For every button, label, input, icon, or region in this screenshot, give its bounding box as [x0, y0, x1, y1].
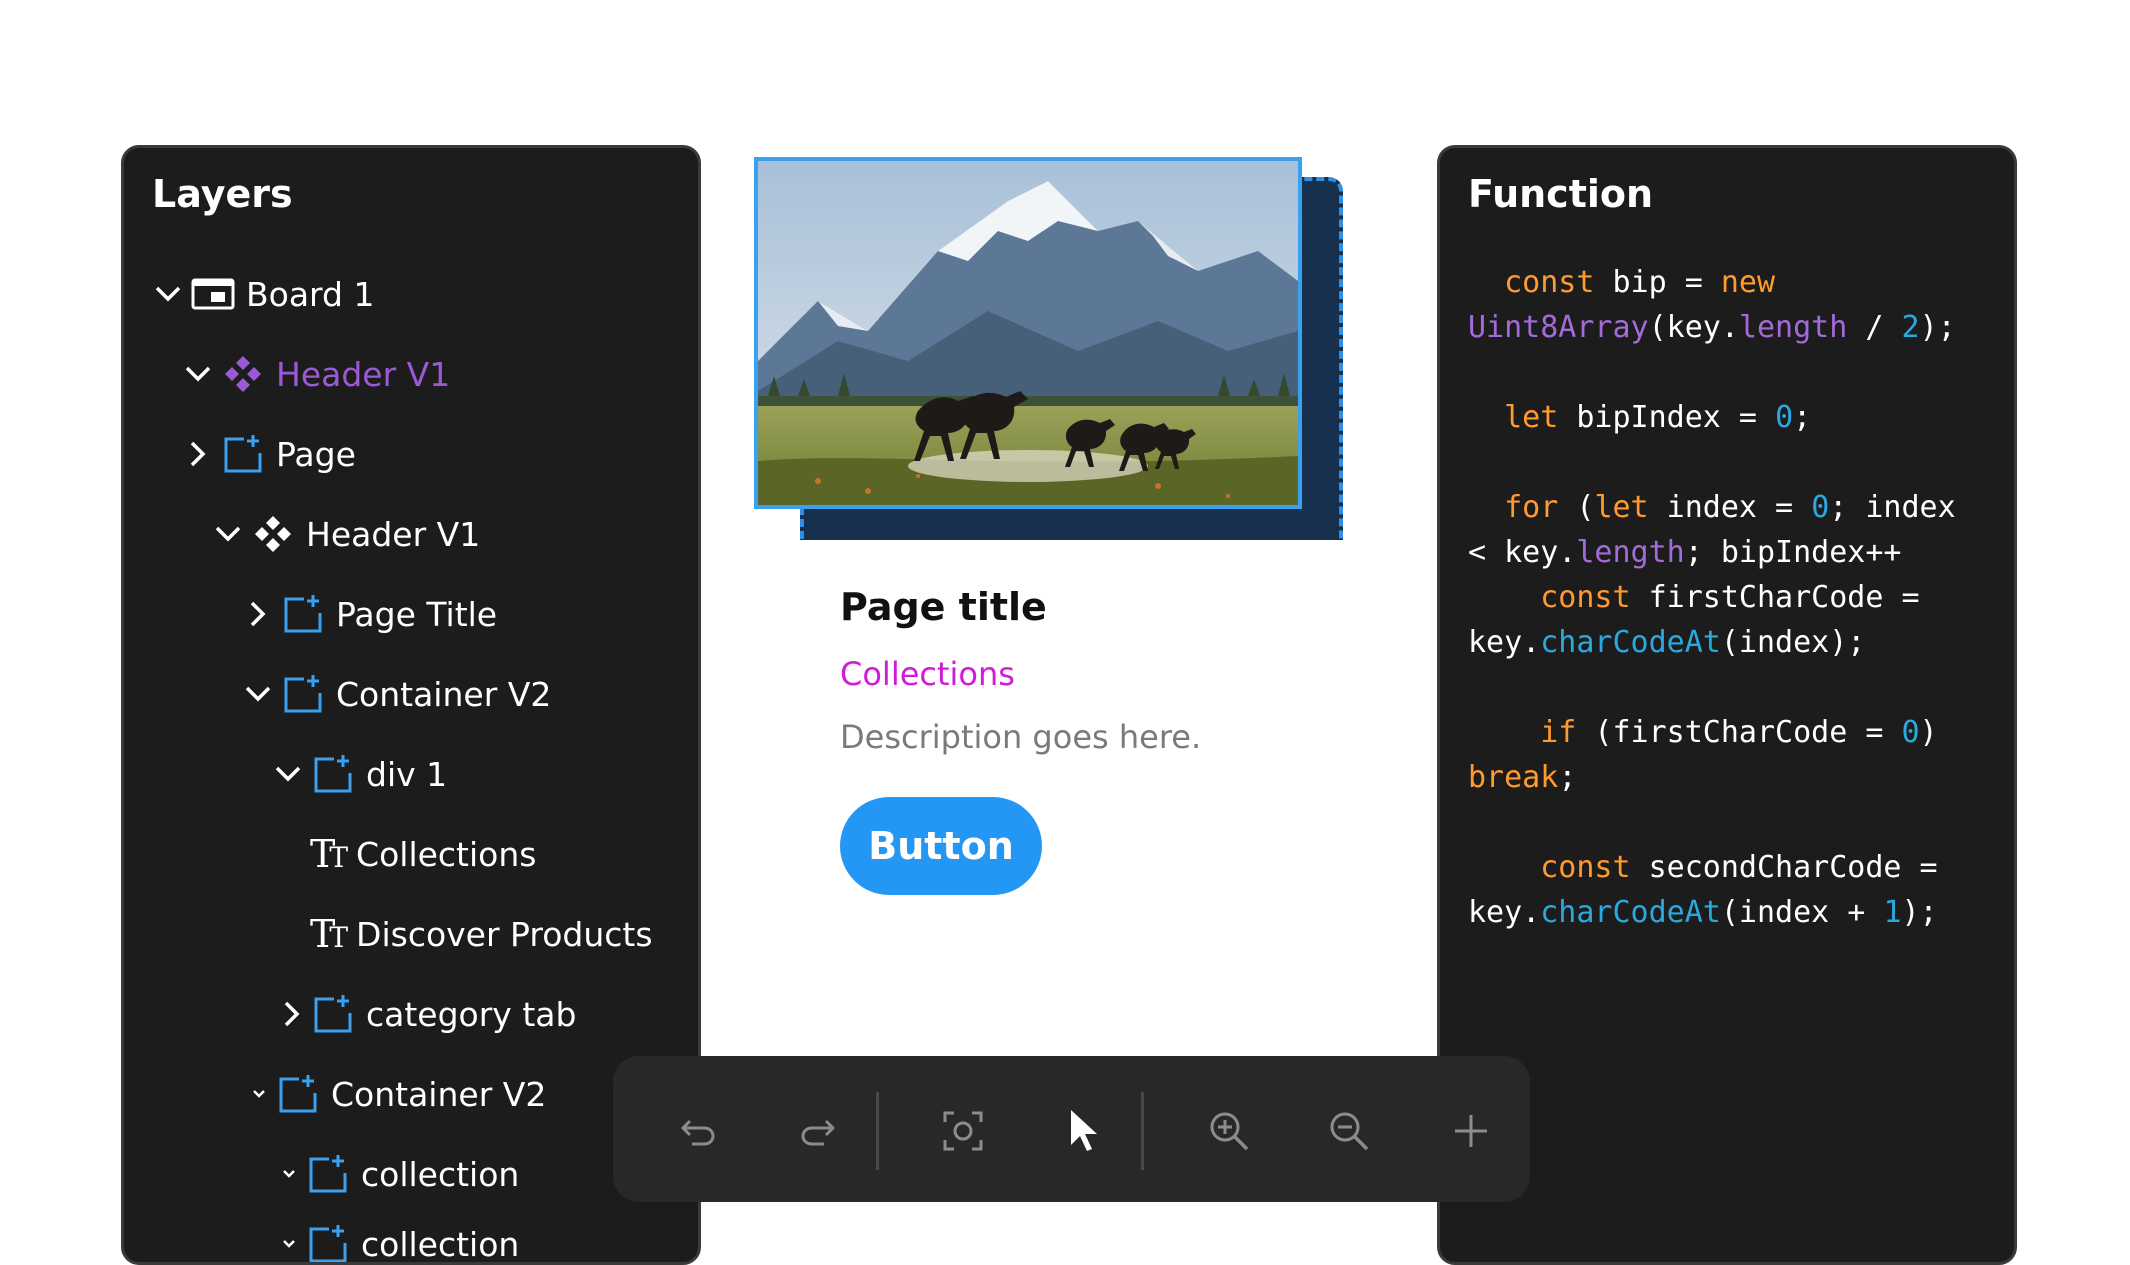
chevron-down-icon[interactable]	[152, 278, 184, 310]
layer-row-container-v2[interactable]: Container V2	[242, 664, 551, 724]
chevron-right-icon[interactable]	[182, 438, 214, 470]
layer-label: Container V2	[331, 1074, 547, 1114]
layer-row-div-1[interactable]: div 1	[272, 744, 447, 804]
bottom-toolbar	[613, 1056, 1530, 1202]
layer-label: Collections	[356, 834, 537, 874]
frame-icon	[220, 431, 266, 477]
card-description: Description goes here.	[840, 718, 1202, 756]
frame-icon	[305, 1221, 351, 1262]
layer-row-header-v1-component[interactable]: Header V1	[182, 344, 450, 404]
board-icon	[190, 271, 236, 317]
mountain-horses-illustration	[758, 161, 1298, 505]
layers-title: Layers	[152, 172, 293, 216]
layer-label: Container V2	[336, 674, 552, 714]
layer-row-page[interactable]: Page	[182, 424, 356, 484]
layer-row-container-v2-2[interactable]: Container V2	[249, 1064, 546, 1124]
pointer-icon[interactable]	[1053, 1101, 1113, 1161]
frame-icon	[305, 1151, 351, 1197]
frame-icon	[280, 591, 326, 637]
screenshot-icon[interactable]	[933, 1101, 993, 1161]
plus-icon[interactable]	[1441, 1101, 1501, 1161]
layer-label: collection	[361, 1224, 520, 1264]
chevron-right-icon[interactable]	[242, 598, 274, 630]
card-button[interactable]: Button	[840, 797, 1042, 895]
chevron-down-icon[interactable]	[242, 678, 274, 710]
chevron-down-icon[interactable]	[182, 358, 214, 390]
layer-row-collection-2[interactable]: collection	[279, 1214, 520, 1264]
chevron-down-icon[interactable]	[249, 1078, 269, 1110]
undo-icon[interactable]	[668, 1101, 728, 1161]
code-editor[interactable]: const bip = new Uint8Array(key.length / …	[1468, 260, 2003, 935]
layer-label: Discover Products	[356, 914, 653, 954]
layer-label: Page	[276, 434, 356, 474]
card-subtitle: Collections	[840, 655, 1015, 693]
layer-label: div 1	[366, 754, 448, 794]
layer-label: category tab	[366, 994, 577, 1034]
card-title: Page title	[840, 585, 1047, 629]
chevron-down-icon[interactable]	[279, 1158, 299, 1190]
frame-icon	[275, 1071, 321, 1117]
component-icon	[220, 351, 266, 397]
layer-row-discover-products[interactable]: TT Discover Products	[310, 904, 653, 964]
code-line: const bip = new Uint8Array(key.length / …	[1468, 265, 1956, 930]
zoom-in-icon[interactable]	[1199, 1101, 1259, 1161]
frame-icon	[280, 671, 326, 717]
frame-icon	[310, 751, 356, 797]
card-image[interactable]	[754, 157, 1302, 509]
layer-row-collection[interactable]: collection	[279, 1144, 519, 1204]
zoom-out-icon[interactable]	[1319, 1101, 1379, 1161]
layer-row-board-1[interactable]: Board 1	[152, 264, 374, 324]
layer-label: Header V1	[276, 354, 451, 394]
component-instance-icon	[250, 511, 296, 557]
text-icon: TT	[310, 912, 348, 956]
layer-row-collections[interactable]: TT Collections	[310, 824, 536, 884]
chevron-down-icon[interactable]	[279, 1228, 299, 1260]
toolbar-divider	[876, 1092, 879, 1170]
layer-label: Header V1	[306, 514, 481, 554]
text-icon: TT	[310, 832, 348, 876]
layer-row-category-tab[interactable]: category tab	[276, 984, 576, 1044]
layer-row-page-title[interactable]: Page Title	[242, 584, 497, 644]
redo-icon[interactable]	[788, 1101, 848, 1161]
layer-label: collection	[361, 1154, 520, 1194]
chevron-down-icon[interactable]	[272, 758, 304, 790]
layer-row-header-v1[interactable]: Header V1	[212, 504, 480, 564]
frame-icon	[310, 991, 356, 1037]
layer-label: Board 1	[246, 274, 375, 314]
layer-label: Page Title	[336, 594, 498, 634]
function-title: Function	[1468, 172, 1654, 216]
chevron-right-icon[interactable]	[276, 998, 308, 1030]
toolbar-divider	[1141, 1092, 1144, 1170]
chevron-down-icon[interactable]	[212, 518, 244, 550]
